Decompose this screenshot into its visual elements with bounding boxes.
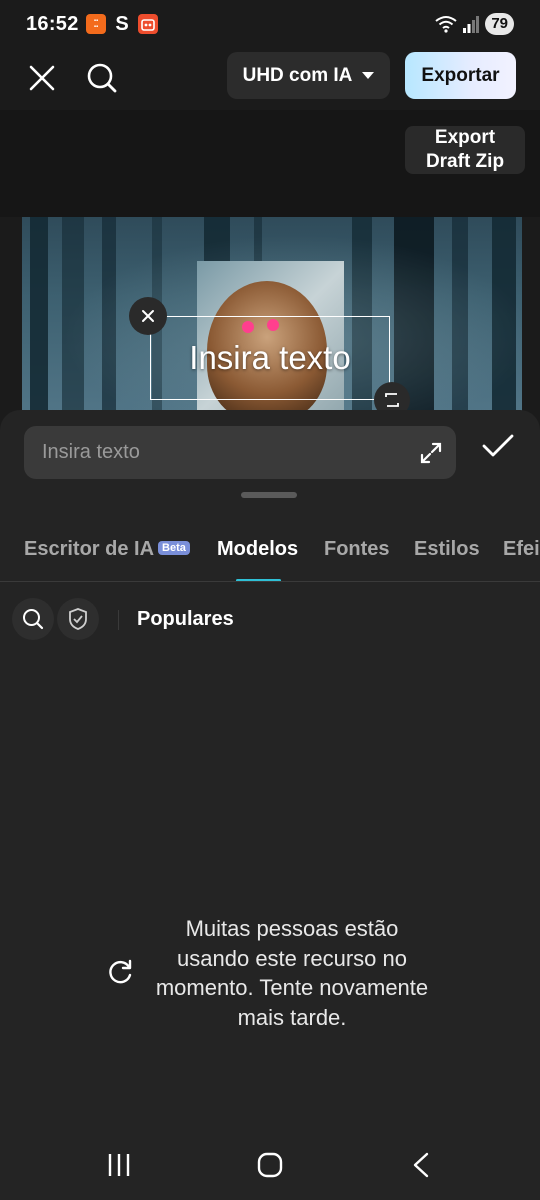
shield-check-icon (69, 608, 87, 630)
error-message: Muitas pessoas estão usando este recurso… (155, 916, 429, 1030)
beta-badge: Beta (158, 540, 190, 555)
text-overlay-box[interactable]: Insira texto (150, 316, 390, 400)
caret-down-icon (362, 71, 375, 79)
rotate-scale-icon (385, 393, 399, 407)
template-search-button[interactable] (12, 598, 54, 640)
close-icon (29, 65, 55, 91)
home-icon (257, 1152, 283, 1178)
s-icon: S (115, 12, 129, 35)
search-icon (87, 63, 117, 93)
search-button[interactable] (82, 58, 122, 98)
tab-bar: Escritor de IA Beta Modelos Fontes Estilo… (0, 518, 540, 582)
quality-dropdown[interactable]: UHD com IA (227, 52, 390, 99)
tab-fonts[interactable]: Fontes (324, 538, 390, 561)
category-populares[interactable]: Populares (137, 608, 234, 631)
status-right: 79 (435, 13, 514, 35)
tab-effects[interactable]: Efei (503, 538, 540, 561)
tab-models[interactable]: Modelos (217, 538, 298, 561)
signal-icon (463, 16, 480, 33)
recents-icon (108, 1154, 130, 1176)
active-tab-indicator (236, 579, 281, 581)
retry-icon[interactable] (106, 958, 134, 986)
status-time: 16:52 (26, 13, 79, 35)
text-input[interactable] (24, 426, 404, 479)
battery-indicator: 79 (485, 13, 514, 35)
wifi-icon (435, 16, 457, 33)
error-state: Muitas pessoas estão usando este recurso… (0, 910, 540, 1040)
export-draft-line2: Draft Zip (425, 151, 505, 172)
text-editor-sheet: Escritor de IABeta Modelos Fontes Estilo… (0, 410, 540, 1200)
confirm-button[interactable] (478, 426, 518, 466)
export-draft-zip-button[interactable]: Export Draft Zip (405, 126, 525, 174)
notification-icons: ▪▪ ▪▪ S (86, 12, 158, 35)
export-button[interactable]: Exportar (405, 52, 516, 99)
video-preview-canvas[interactable]: Insira texto (22, 217, 522, 417)
temu-icon: ▪▪ ▪▪ (86, 14, 106, 34)
drag-handle[interactable] (241, 492, 297, 498)
home-button[interactable] (250, 1148, 290, 1182)
back-button[interactable] (401, 1148, 441, 1182)
text-delete-button[interactable] (129, 297, 167, 335)
checkmark-icon (482, 434, 514, 457)
status-bar: 16:52 ▪▪ ▪▪ S 79 (0, 0, 540, 50)
back-icon (413, 1152, 429, 1178)
filter-row: Populares (0, 598, 540, 644)
text-input-container (24, 426, 456, 479)
tab-styles[interactable]: Estilos (414, 538, 480, 561)
top-toolbar: UHD com IA Exportar (0, 50, 540, 110)
filter-divider (118, 610, 119, 630)
close-button[interactable] (22, 58, 62, 98)
recents-button[interactable] (99, 1148, 139, 1182)
tab-ai-writer[interactable]: Escritor de IA Beta (24, 538, 190, 561)
expand-icon[interactable] (418, 440, 444, 466)
close-icon (142, 310, 154, 322)
system-nav-bar (0, 1130, 540, 1200)
search-icon (23, 609, 44, 630)
tab-label: Escritor de IA (24, 538, 155, 560)
export-draft-line1: Export (434, 127, 496, 148)
quality-label: UHD com IA (242, 64, 353, 86)
shop-icon (138, 14, 158, 34)
draft-area: Export Draft Zip (0, 110, 540, 217)
verified-filter-button[interactable] (57, 598, 99, 640)
